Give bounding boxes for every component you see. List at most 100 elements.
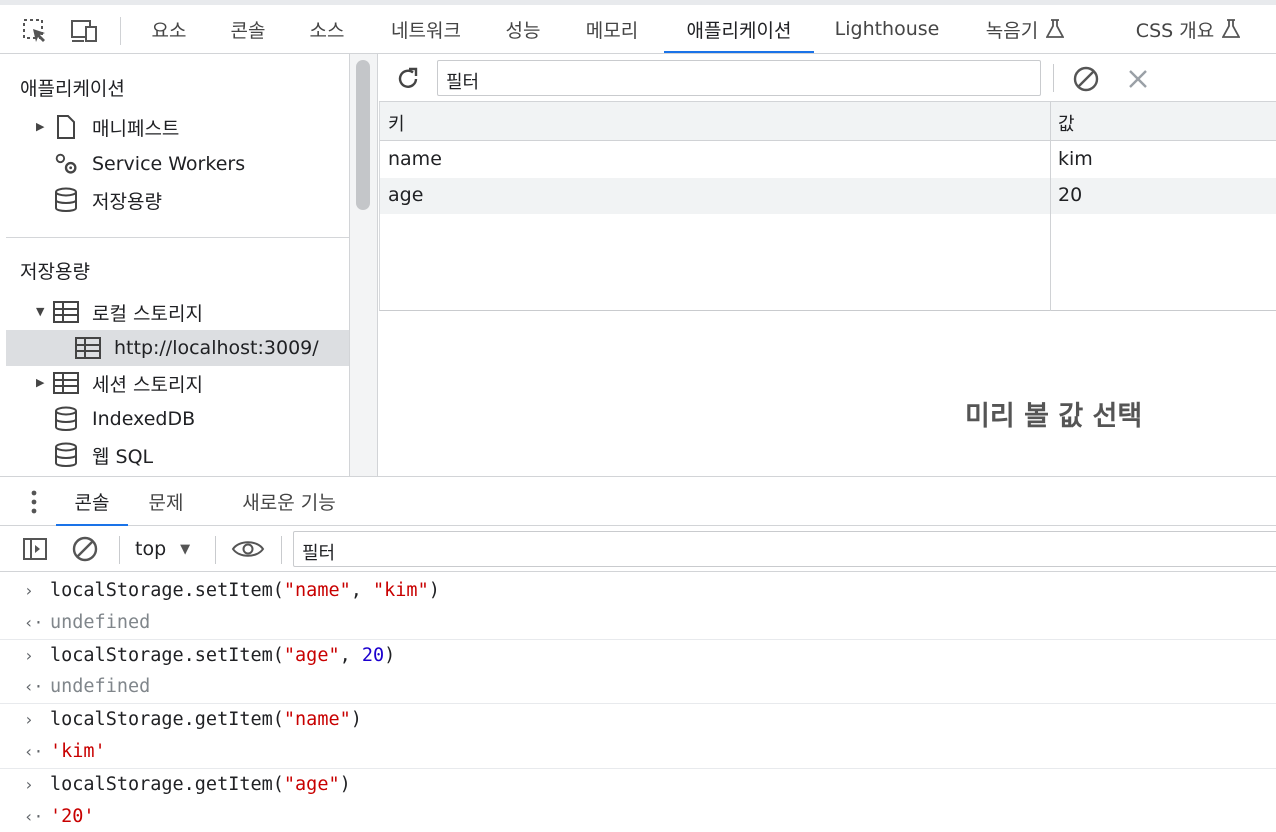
inspect-element-icon[interactable] (20, 16, 50, 46)
console-line-text: 'kim' (50, 741, 106, 762)
toolbar-divider (120, 17, 121, 45)
tab-sources[interactable]: 소스 (296, 5, 358, 53)
more-options-icon[interactable] (24, 489, 44, 515)
code-token: localStorage.setItem( (50, 644, 284, 666)
database-icon (52, 186, 80, 214)
console-input-line[interactable]: › localStorage.setItem("age", 20) (0, 638, 1276, 671)
gears-icon (52, 150, 80, 178)
tab-recorder[interactable]: 녹음기 (970, 5, 1080, 53)
console-line-text: localStorage.setItem("name", "kim") (50, 580, 440, 601)
result-arrow-icon: ‹· (24, 677, 44, 697)
column-header-value[interactable]: 값 (1058, 110, 1075, 136)
experiment-flask-icon (1046, 19, 1065, 38)
console-line-text: undefined (50, 676, 150, 697)
tab-elements[interactable]: 요소 (138, 5, 200, 53)
delete-selected-icon[interactable] (1123, 64, 1153, 94)
tab-network[interactable]: 네트워크 (378, 5, 474, 53)
sidebar-item-label: 저장용량 (92, 190, 162, 213)
tab-console[interactable]: 콘솔 (216, 5, 280, 53)
console-messages: › localStorage.setItem("name", "kim") ‹· un… (0, 572, 1276, 832)
console-output-line[interactable]: ‹· 'kim' (0, 736, 1276, 768)
console-output-line[interactable]: ‹· '20' (0, 800, 1276, 832)
application-sidebar: 애플리케이션 ▶ 매니페스트 Service Workers 저장용량 저장용량… (0, 54, 350, 476)
tab-css-overview[interactable]: CSS 개요 (1118, 5, 1258, 53)
result-arrow-icon: ‹· (24, 806, 44, 826)
input-prompt-icon: › (24, 774, 34, 794)
sidebar-item-service-workers[interactable]: Service Workers (6, 146, 349, 182)
console-input-line[interactable]: › localStorage.setItem("name", "kim") (0, 574, 1276, 606)
tab-application[interactable]: 애플리케이션 (664, 5, 814, 53)
toolbar-divider (281, 536, 282, 564)
sidebar-scrollbar-thumb[interactable] (356, 60, 370, 210)
sidebar-item-indexeddb[interactable]: IndexedDB (6, 401, 349, 437)
sidebar-item-manifest[interactable]: ▶ 매니페스트 (6, 109, 349, 145)
sidebar-item-session-storage[interactable]: ▶ 세션 스토리지 (6, 365, 349, 401)
tab-performance[interactable]: 성능 (492, 5, 554, 53)
storage-filter-input[interactable]: 필터 (437, 60, 1041, 96)
console-input-line[interactable]: › localStorage.getItem("age") (0, 767, 1276, 800)
device-toolbar-icon[interactable] (70, 16, 100, 46)
console-toolbar: top ▼ 필터 (0, 526, 1276, 572)
section-title-application: 애플리케이션 (20, 78, 125, 100)
drawer-tab-console[interactable]: 콘솔 (56, 477, 128, 526)
toolbar-divider (215, 536, 216, 564)
sidebar-item-localhost-origin[interactable]: http://localhost:3009/ (6, 330, 349, 366)
clear-all-icon[interactable] (1071, 64, 1101, 94)
code-token: 20 (361, 644, 385, 666)
live-expression-eye-icon[interactable] (230, 534, 266, 564)
refresh-icon[interactable] (393, 64, 423, 94)
table-icon (74, 334, 102, 362)
context-selector[interactable]: top ▼ (135, 535, 190, 563)
sidebar-item-local-storage[interactable]: ▼ 로컬 스토리지 (6, 294, 349, 330)
column-divider[interactable] (1050, 102, 1051, 311)
console-filter-input[interactable]: 필터 (293, 531, 1276, 567)
code-token: localStorage.setItem( (50, 579, 284, 601)
table-row[interactable]: name kim (380, 142, 1276, 178)
sidebar-toggle-icon[interactable] (20, 534, 50, 564)
table-row[interactable]: age 20 (380, 178, 1276, 214)
tab-lighthouse[interactable]: Lighthouse (826, 5, 948, 53)
sidebar-item-web-sql[interactable]: 웹 SQL (6, 437, 349, 473)
code-token: , (350, 579, 374, 601)
drawer-tab-whats-new[interactable]: 새로운 기능 (234, 477, 344, 525)
table-icon (52, 369, 80, 397)
database-icon (52, 405, 80, 433)
console-output-line[interactable]: ‹· undefined (0, 606, 1276, 638)
storage-toolbar: 필터 (379, 54, 1276, 102)
code-token: "kim" (373, 579, 429, 601)
row-key: age (388, 184, 424, 206)
code-token: "age" (283, 644, 340, 666)
table-header: 키 값 (380, 102, 1276, 141)
code-token: ) (384, 644, 396, 666)
expand-arrow-icon[interactable]: ▶ (36, 377, 48, 389)
column-header-key[interactable]: 키 (388, 110, 405, 136)
code-token: "name" (283, 579, 351, 601)
experiment-flask-icon (1222, 19, 1241, 38)
code-token: "name" (283, 709, 351, 731)
drawer-tab-issues[interactable]: 문제 (140, 477, 192, 525)
console-line-text: undefined (50, 612, 150, 633)
devtools-tab-bar: 요소 콘솔 소스 네트워크 성능 메모리 애플리케이션 Lighthouse 녹… (0, 0, 1276, 54)
input-prompt-icon: › (24, 710, 34, 730)
console-line-text: localStorage.getItem("age") (50, 774, 351, 795)
console-input-line[interactable]: › localStorage.getItem("name") (0, 703, 1276, 735)
expand-arrow-icon[interactable]: ▶ (36, 121, 48, 133)
section-title-storage: 저장용량 (20, 261, 90, 283)
result-arrow-icon: ‹· (24, 612, 44, 632)
console-line-text: '20' (50, 806, 95, 827)
sidebar-item-label: 웹 SQL (92, 445, 154, 468)
sidebar-divider (6, 237, 349, 238)
code-token: localStorage.getItem( (50, 709, 284, 731)
console-output-line[interactable]: ‹· undefined (0, 671, 1276, 703)
code-token: ) (428, 579, 440, 601)
collapse-arrow-icon[interactable]: ▼ (36, 306, 48, 318)
dropdown-arrow-icon: ▼ (180, 541, 191, 557)
clear-console-icon[interactable] (70, 534, 100, 564)
sidebar-item-storage[interactable]: 저장용량 (6, 182, 349, 218)
tab-memory[interactable]: 메모리 (572, 5, 652, 53)
toolbar-divider (119, 536, 120, 564)
code-token: '20' (50, 805, 95, 827)
row-value: kim (1058, 148, 1093, 170)
sidebar-item-label: Service Workers (92, 153, 246, 175)
toolbar-divider (1053, 64, 1054, 92)
